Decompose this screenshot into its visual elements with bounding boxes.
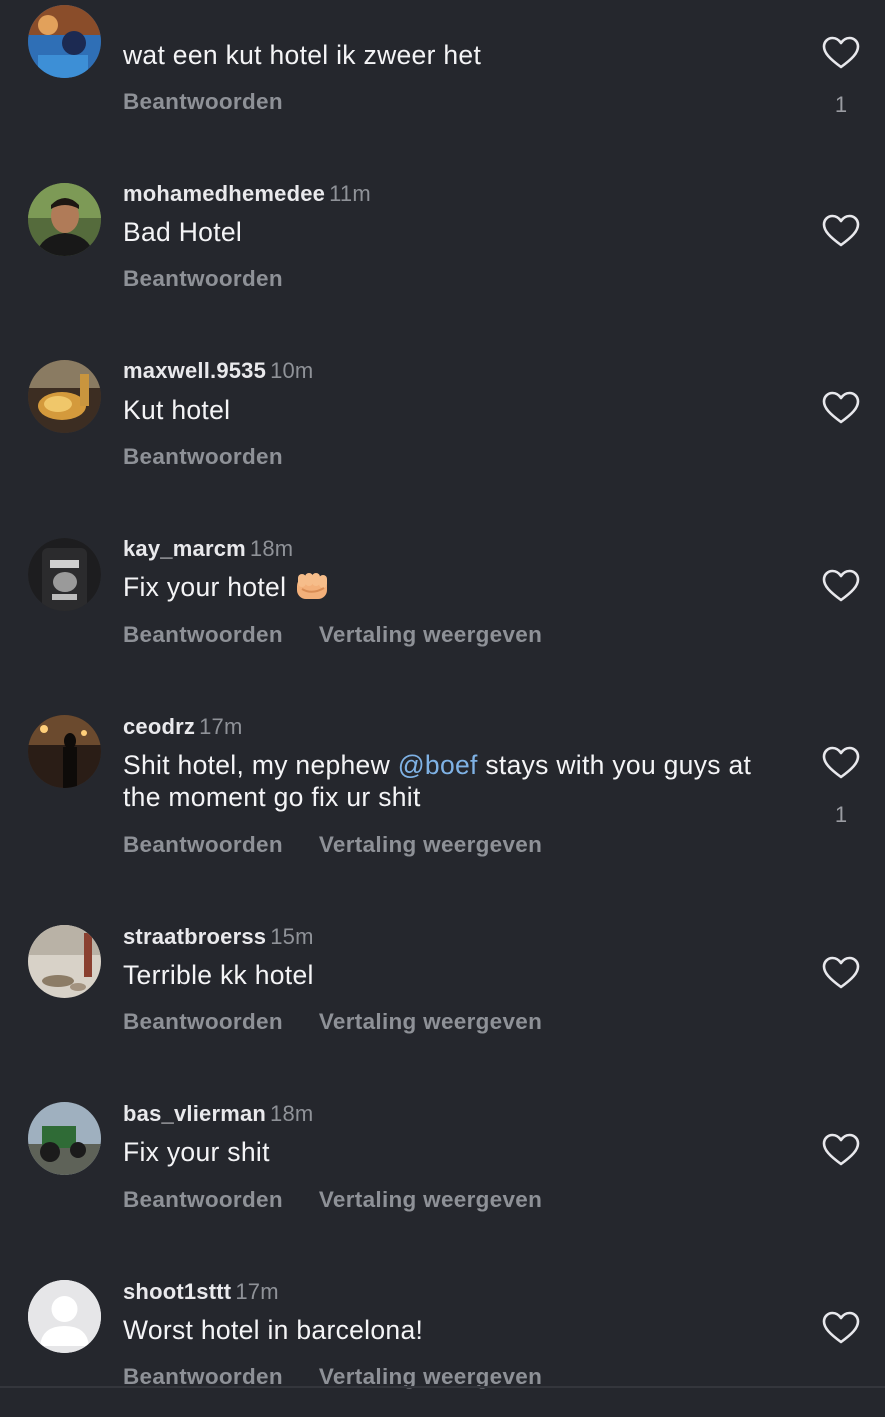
- username[interactable]: mohamedhemedee: [123, 181, 325, 206]
- timestamp: 10m: [270, 358, 314, 383]
- avatar[interactable]: [28, 183, 101, 256]
- username[interactable]: bas_vlierman: [123, 1101, 266, 1126]
- reply-button[interactable]: Beantwoorden: [123, 89, 283, 115]
- heart-icon[interactable]: [822, 746, 860, 780]
- avatar[interactable]: [28, 5, 101, 78]
- comment-meta: straatbroerss 15m: [123, 924, 314, 954]
- comment-meta: shoot1sttt 17m: [123, 1279, 279, 1309]
- reply-button[interactable]: Beantwoorden: [123, 622, 283, 648]
- username[interactable]: maxwell.9535: [123, 358, 266, 383]
- comment-text: Bad Hotel: [123, 217, 243, 247]
- heart-icon[interactable]: [822, 569, 860, 603]
- reply-button[interactable]: Beantwoorden: [123, 444, 283, 470]
- reply-button[interactable]: Beantwoorden: [123, 832, 283, 858]
- comment-actions: Beantwoorden: [123, 266, 283, 296]
- comment-meta: ceodrz 17m: [123, 714, 243, 744]
- timestamp: 17m: [199, 714, 243, 739]
- heart-icon[interactable]: [822, 391, 860, 425]
- default-avatar-icon: [28, 1280, 101, 1353]
- comment-text: Kut hotel: [123, 395, 231, 425]
- reply-button[interactable]: Beantwoorden: [123, 1009, 283, 1035]
- comment-text: Worst hotel in barcelona!: [123, 1315, 424, 1345]
- avatar[interactable]: [28, 1280, 101, 1353]
- comment-text: Terrible kk hotel: [123, 960, 314, 990]
- comment-text: Shit hotel, my nephew @boef stays with y…: [123, 749, 793, 813]
- username[interactable]: shoot1sttt: [123, 1279, 231, 1304]
- reply-button[interactable]: Beantwoorden: [123, 266, 283, 292]
- comment-text-part: Shit hotel, my nephew: [123, 750, 398, 780]
- comment-text-content: Fix your hotel: [123, 572, 287, 602]
- heart-icon[interactable]: [822, 956, 860, 990]
- reply-button[interactable]: Beantwoorden: [123, 1187, 283, 1213]
- show-translation-button[interactable]: Vertaling weergeven: [319, 1009, 542, 1035]
- comment-meta: bas_vlierman 18m: [123, 1101, 313, 1131]
- comments-screen: wat een kut hotel ik zweer het Beantwoor…: [0, 0, 885, 1417]
- username[interactable]: kay_marcm: [123, 536, 246, 561]
- comment-actions: Beantwoorden Vertaling weergeven: [123, 1364, 542, 1394]
- show-translation-button[interactable]: Vertaling weergeven: [319, 622, 542, 648]
- comment-actions: Beantwoorden: [123, 89, 283, 119]
- like-count: 1: [834, 802, 848, 827]
- oncoming-fist-emoji: [297, 573, 328, 599]
- show-translation-button[interactable]: Vertaling weergeven: [319, 1187, 542, 1213]
- avatar-image: [28, 925, 101, 998]
- divider: [0, 1386, 885, 1388]
- comment-meta: kay_marcm 18m: [123, 536, 293, 566]
- mention-link[interactable]: @boef: [398, 750, 478, 780]
- avatar[interactable]: [28, 925, 101, 998]
- heart-icon[interactable]: [822, 1133, 860, 1167]
- avatar[interactable]: [28, 1102, 101, 1175]
- avatar-image: [28, 538, 101, 611]
- avatar[interactable]: [28, 715, 101, 788]
- comment-actions: Beantwoorden Vertaling weergeven: [123, 1187, 542, 1217]
- avatar-image: [28, 360, 101, 433]
- comment-actions: Beantwoorden Vertaling weergeven: [123, 832, 542, 862]
- timestamp: 17m: [235, 1279, 279, 1304]
- avatar[interactable]: [28, 538, 101, 611]
- avatar-image: [28, 1102, 101, 1175]
- timestamp: 18m: [270, 1101, 314, 1126]
- comment-actions: Beantwoorden: [123, 444, 283, 474]
- comment-text: Fix your shit: [123, 1137, 270, 1167]
- avatar-image: [28, 5, 101, 78]
- heart-icon[interactable]: [822, 36, 860, 70]
- comment-text: wat een kut hotel ik zweer het: [123, 40, 482, 70]
- username[interactable]: ceodrz: [123, 714, 195, 739]
- comment-meta: mohamedhemedee 11m: [123, 181, 371, 211]
- timestamp: 18m: [249, 536, 294, 561]
- like-count: 1: [834, 92, 848, 117]
- comment-text: Fix your hotel: [123, 571, 793, 603]
- avatar-image: [28, 183, 101, 256]
- timestamp: 11m: [329, 181, 371, 206]
- avatar[interactable]: [28, 360, 101, 433]
- comment-meta: maxwell.9535 10m: [123, 358, 313, 388]
- heart-icon[interactable]: [822, 214, 860, 248]
- avatar-image: [28, 715, 101, 788]
- show-translation-button[interactable]: Vertaling weergeven: [319, 832, 542, 858]
- timestamp: 15m: [270, 924, 314, 949]
- comment-actions: Beantwoorden Vertaling weergeven: [123, 1009, 542, 1039]
- username[interactable]: straatbroerss: [123, 924, 266, 949]
- comment-actions: Beantwoorden Vertaling weergeven: [123, 622, 542, 652]
- heart-icon[interactable]: [822, 1311, 860, 1345]
